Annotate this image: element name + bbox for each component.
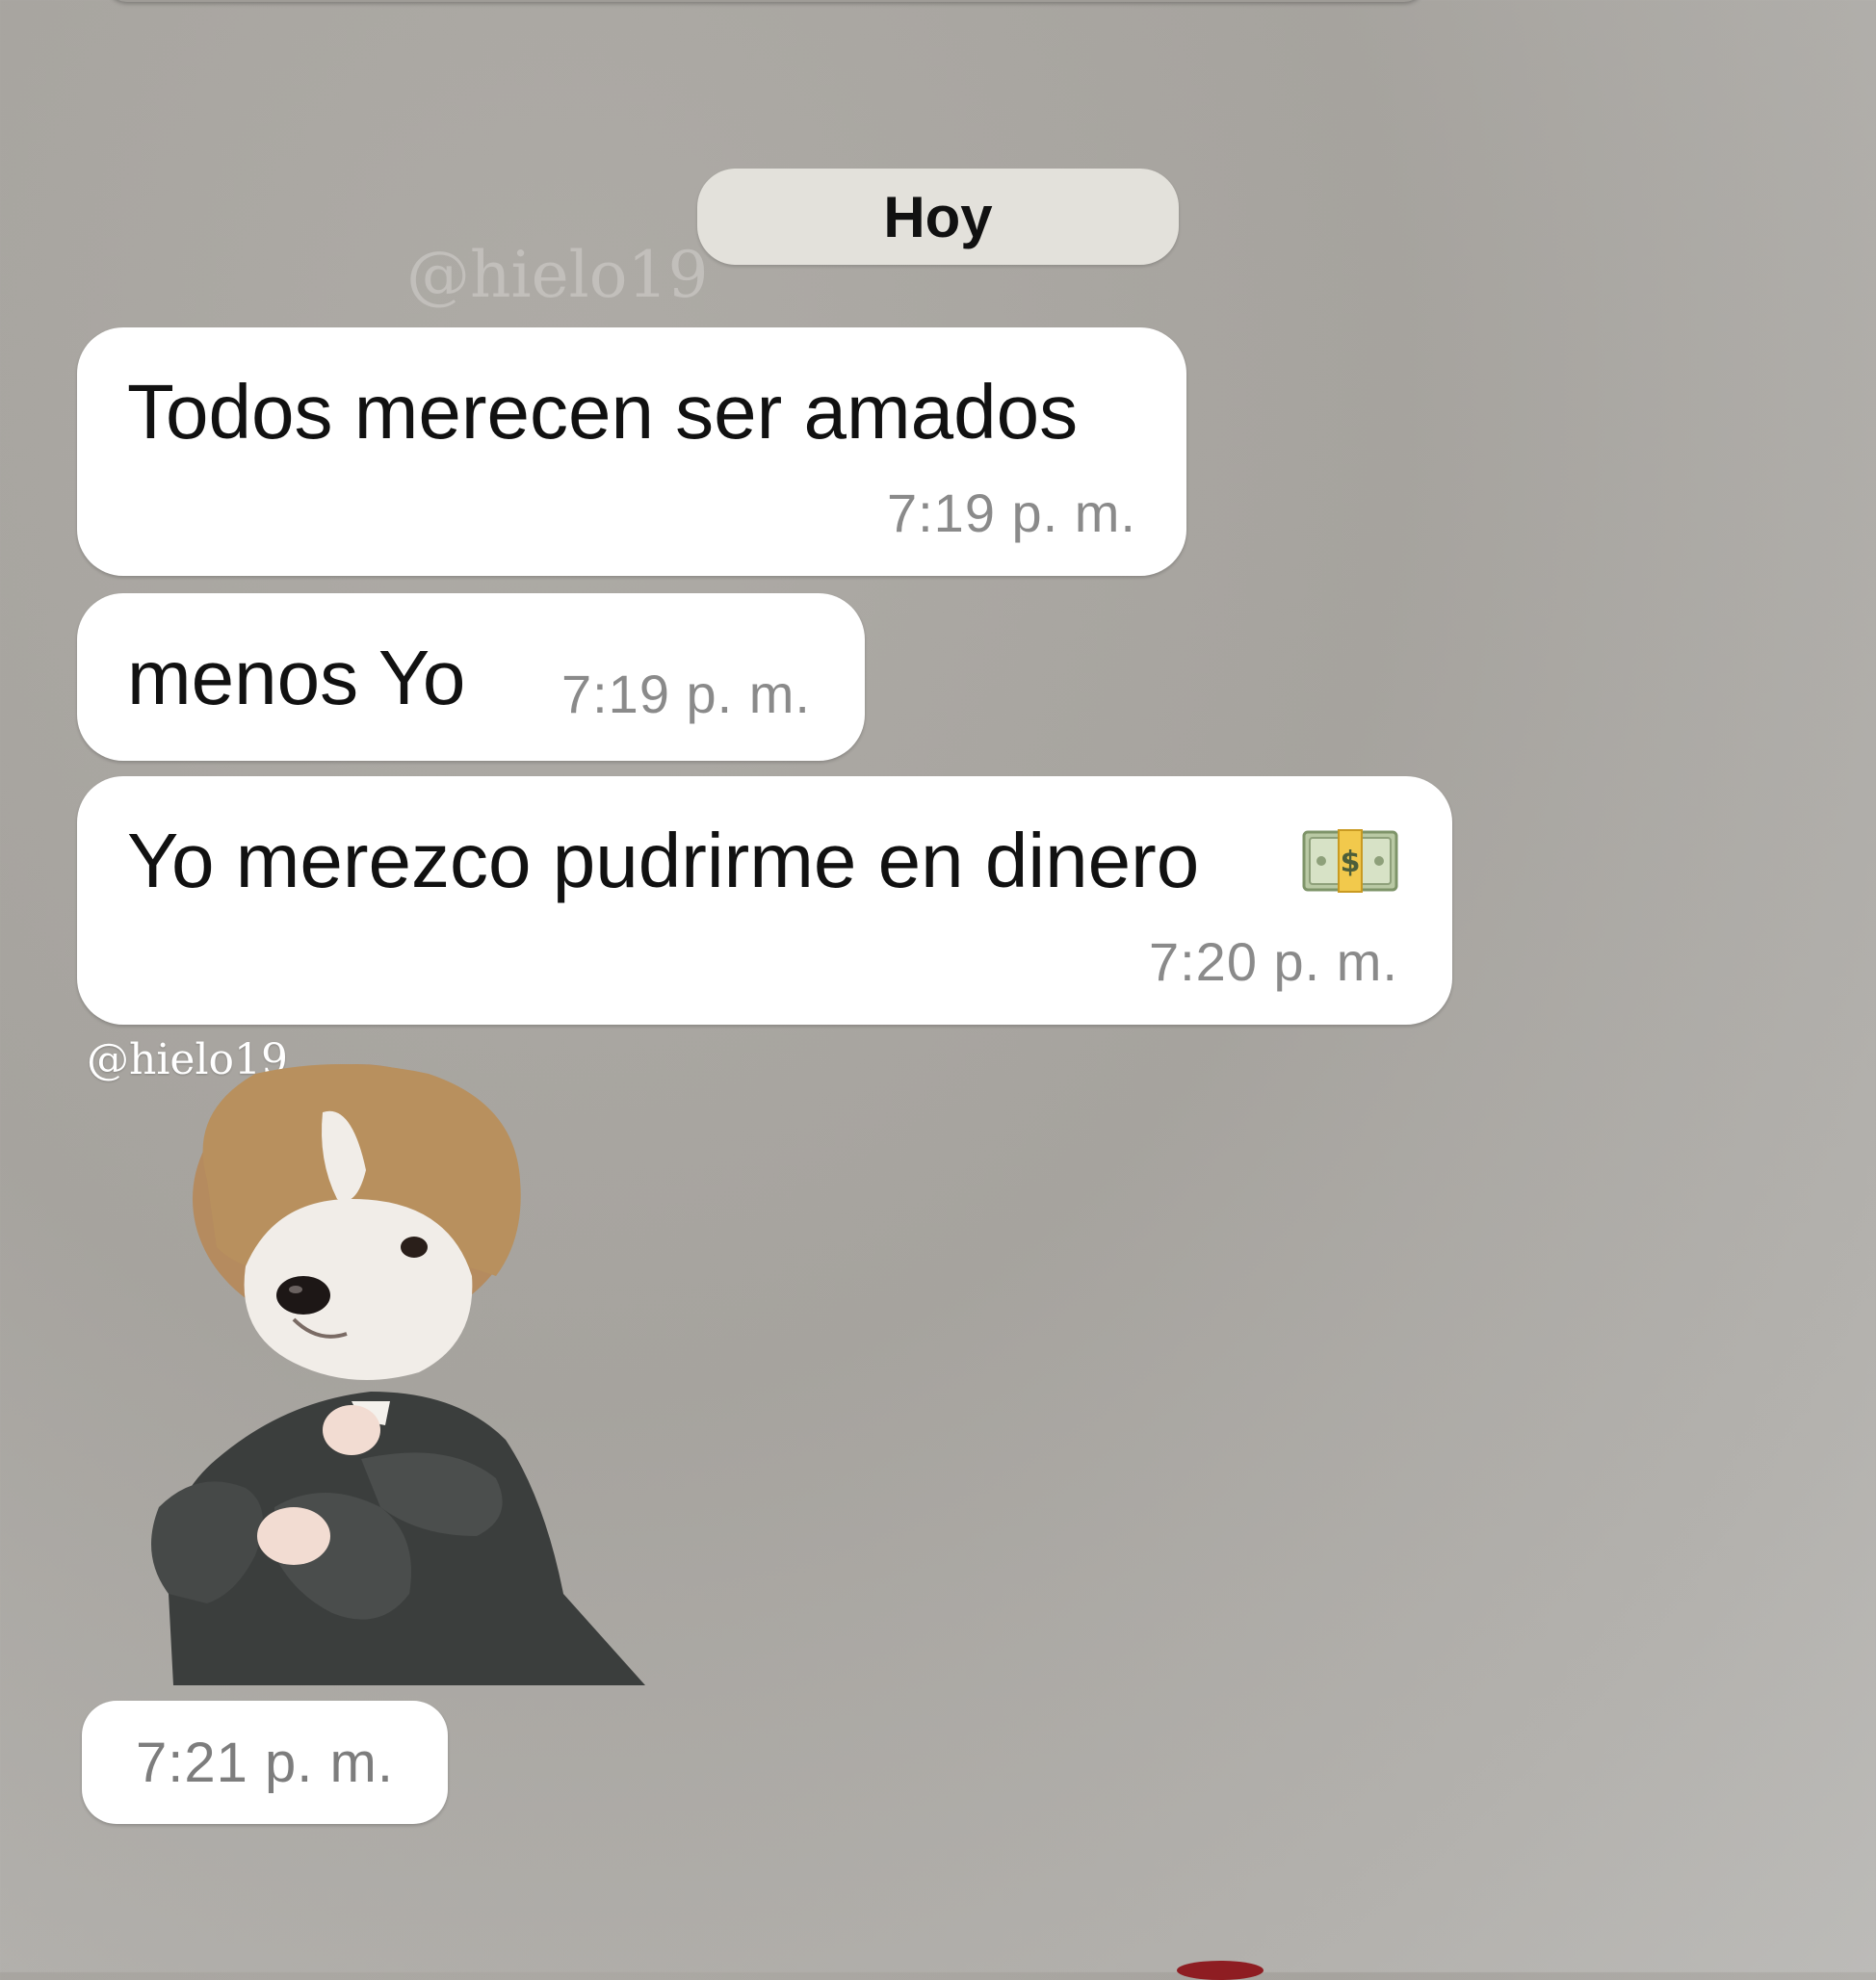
svg-text:$: $ [1341, 846, 1361, 879]
message-bubble[interactable]: Todos merecen ser amados 7:19 p. m. [77, 327, 1186, 576]
sticker-time-label: 7:21 p. m. [136, 1731, 394, 1794]
date-separator: Hoy [697, 169, 1179, 265]
message-time: 7:20 p. m. [1148, 931, 1398, 992]
puppy-in-suit-sticker[interactable] [130, 1055, 650, 1685]
message-text: Todos merecen ser amados [127, 369, 1079, 455]
message-text: menos Yo [127, 635, 466, 720]
date-separator-label: Hoy [883, 184, 993, 249]
message-text: Yo merezco pudrirme en dinero [127, 818, 1200, 903]
top-bar-edge [106, 0, 1425, 2]
message-time: 7:19 p. m. [560, 664, 811, 724]
sticker-time: 7:21 p. m. [82, 1701, 448, 1824]
watermark-faded: @hielo19 [406, 238, 709, 312]
decorative-spot [1177, 1961, 1264, 1980]
message-time: 7:19 p. m. [886, 482, 1136, 543]
money-bill-icon: $ [1302, 829, 1398, 893]
message-bubble[interactable]: menos Yo 7:19 p. m. [77, 593, 865, 761]
message-bubble[interactable]: Yo merezco pudrirme en dinero $ 7:20 p. … [77, 776, 1452, 1025]
